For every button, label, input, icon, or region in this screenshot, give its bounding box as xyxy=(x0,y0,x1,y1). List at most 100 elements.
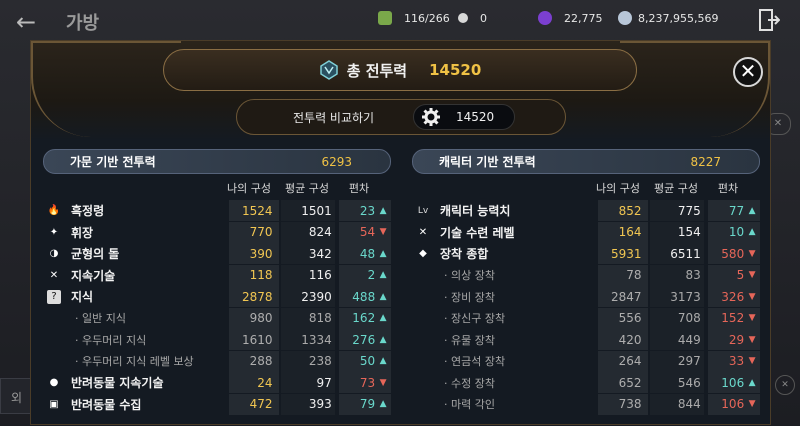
stat-label: 기술 수련 레벨 xyxy=(440,225,515,240)
green-gem-icon xyxy=(378,11,392,25)
panel-title: 캐릭터 기반 전투력 xyxy=(439,155,536,169)
band xyxy=(229,307,279,329)
band xyxy=(598,307,648,329)
combat-power-modal: 총 전투력 14520 ✕ 전투력 비교하기 14520 가문 기반 전투력 6… xyxy=(30,40,771,425)
band xyxy=(598,393,648,415)
top-bar: ← 가방 116/266 0 22,775 8,237,955,569 xyxy=(0,0,800,40)
stat-row: ● 반려동물 지속기술 24 97 73 ▼ xyxy=(43,372,391,394)
paw-icon: ● xyxy=(49,377,59,389)
stat-label: 반려동물 지속기술 xyxy=(71,376,164,391)
level-icon: Lv xyxy=(417,205,429,216)
column-avg: 평균 구성 xyxy=(285,182,329,195)
question-icon: ? xyxy=(47,289,61,304)
stat-list: 🔥 흑정령 1524 1501 23 ▲ ✦ 휘장 770 824 54 ▼ ◑ 균형의 돌 390 342 4… xyxy=(43,200,391,415)
band xyxy=(598,329,648,350)
stat-label: · 의상 장착 xyxy=(444,269,495,283)
band xyxy=(339,264,391,286)
stat-label: 장착 종합 xyxy=(440,247,489,262)
side-close-button[interactable]: ✕ xyxy=(775,375,795,395)
stat-label: · 장비 장착 xyxy=(444,290,495,304)
band xyxy=(650,222,704,243)
shield-icon: ◆ xyxy=(419,248,427,260)
column-headers: 나의 구성 평균 구성 편차 xyxy=(43,180,391,200)
currency-value: 116/266 xyxy=(404,11,450,25)
band xyxy=(281,265,335,286)
band xyxy=(650,372,704,393)
currency-value: 0 xyxy=(480,11,487,25)
back-arrow-icon[interactable]: ← xyxy=(16,8,36,36)
stat-row: ✦ 휘장 770 824 54 ▼ xyxy=(43,221,391,244)
band xyxy=(281,308,335,329)
exit-door-icon[interactable] xyxy=(758,8,780,32)
band xyxy=(598,372,648,393)
title-plate: 총 전투력 14520 xyxy=(163,49,637,91)
family-combat-panel: 가문 기반 전투력 6293 나의 구성 평균 구성 편차 🔥 흑정령 1524 15… xyxy=(43,149,391,426)
band xyxy=(708,221,760,243)
stat-label: 균형의 돌 xyxy=(71,247,120,262)
band xyxy=(339,307,391,329)
currency-silver: 8,237,955,569 xyxy=(618,8,718,28)
stat-row: ✕ 지속기술 118 116 2 ▲ xyxy=(43,264,391,287)
silver-coin-icon xyxy=(618,11,632,25)
stat-label: 반려동물 수집 xyxy=(71,397,142,412)
stat-label: · 장신구 장착 xyxy=(444,312,506,326)
stat-label: · 마력 각인 xyxy=(444,398,495,412)
band xyxy=(598,264,648,286)
band xyxy=(229,372,279,393)
modal-title: 총 전투력 xyxy=(346,61,408,80)
band xyxy=(229,329,279,350)
emblem-icon: ✦ xyxy=(49,226,59,238)
band xyxy=(708,264,760,286)
band xyxy=(339,286,391,307)
stat-row: ✕ 기술 수련 레벨 164 154 10 ▲ xyxy=(412,221,760,244)
column-my: 나의 구성 xyxy=(596,182,640,195)
compare-button[interactable]: 14520 xyxy=(413,104,515,130)
stat-label: 지속기술 xyxy=(71,268,116,283)
band xyxy=(708,243,760,264)
band xyxy=(339,393,391,415)
band xyxy=(229,264,279,286)
gear-icon xyxy=(422,108,440,126)
band xyxy=(708,372,760,393)
stat-row: 🔥 흑정령 1524 1501 23 ▲ xyxy=(43,200,391,222)
band xyxy=(339,350,391,372)
band xyxy=(598,200,648,221)
stat-label: · 유물 장착 xyxy=(444,333,495,347)
ornament-left xyxy=(31,41,181,137)
panel-title: 가문 기반 전투력 xyxy=(70,155,156,169)
column-avg: 평균 구성 xyxy=(654,182,698,195)
stat-row: · 마력 각인 738 844 106 ▼ xyxy=(412,393,760,416)
band xyxy=(650,329,704,350)
band xyxy=(339,329,391,350)
background-tab[interactable]: 외 xyxy=(0,378,34,414)
band xyxy=(339,221,391,243)
stat-label: · 일반 지식 xyxy=(75,312,126,326)
band xyxy=(598,221,648,243)
stat-label: 지식 xyxy=(71,290,94,305)
combat-power-icon xyxy=(319,60,338,80)
stat-row: · 장신구 장착 556 708 152 ▼ xyxy=(412,307,760,330)
white-pearl-icon xyxy=(458,13,468,23)
crossed-tools-icon: ✕ xyxy=(49,269,59,281)
character-combat-panel: 캐릭터 기반 전투력 8227 나의 구성 평균 구성 편차 Lv 캐릭터 능력치… xyxy=(412,149,760,426)
stat-label: · 연금석 장착 xyxy=(444,355,506,369)
currency-purple-orb: 22,775 xyxy=(538,8,603,28)
band xyxy=(708,286,760,307)
stat-row: · 우두머리 지식 레벨 보상 288 238 50 ▲ xyxy=(43,350,391,373)
panel-header: 캐릭터 기반 전투력 8227 xyxy=(412,149,760,174)
ornament-right xyxy=(620,41,770,137)
modal-title-value: 14520 xyxy=(429,61,482,79)
page-title: 가방 xyxy=(66,13,100,34)
band xyxy=(281,372,335,393)
stat-label: · 수정 장착 xyxy=(444,376,495,390)
band xyxy=(229,221,279,243)
abyss-flame-icon: 🔥 xyxy=(47,205,61,217)
close-icon[interactable]: ✕ xyxy=(733,57,763,87)
stat-row: ◆ 장착 종합 5931 6511 580 ▼ xyxy=(412,243,760,265)
band xyxy=(650,394,704,415)
panel-value: 6293 xyxy=(321,154,352,169)
band xyxy=(708,329,760,350)
panel-value: 8227 xyxy=(690,154,721,169)
stat-row: ▣ 반려동물 수집 472 393 79 ▲ xyxy=(43,393,391,416)
band xyxy=(650,351,704,372)
